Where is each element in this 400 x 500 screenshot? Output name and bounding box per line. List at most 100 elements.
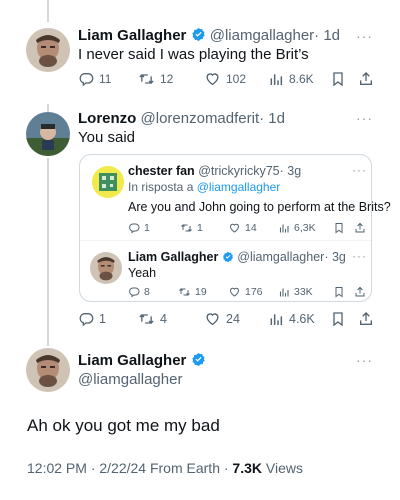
retweet-icon [139, 74, 154, 84]
like-icon [229, 287, 240, 297]
quote2-text: Yeah [128, 266, 157, 280]
views-button[interactable]: 6,3K [278, 222, 316, 234]
views-icon [279, 288, 289, 297]
main-meta[interactable]: 12:02 PM · 2/22/24 From Earth · [27, 460, 229, 476]
retweet-icon [139, 314, 154, 324]
views-icon [270, 74, 283, 85]
more-icon[interactable]: ··· [356, 110, 373, 126]
reply-button[interactable]: 11 [78, 71, 111, 87]
quote1-time[interactable]: · 3g [280, 164, 302, 178]
retweet-button[interactable]: 12 [138, 71, 173, 87]
reply-to-link[interactable]: @liamgallagher [197, 180, 281, 194]
retweet-icon [179, 288, 190, 296]
share-icon[interactable] [354, 286, 366, 298]
reply-button[interactable]: 8 [128, 286, 150, 298]
main-views-label: Views [265, 460, 303, 476]
like-button[interactable]: 14 [228, 222, 257, 234]
views-icon [279, 224, 289, 233]
thread-line-bottom [47, 158, 49, 346]
reply-icon [79, 73, 94, 87]
avatar-lorenzo[interactable] [26, 112, 70, 156]
avatar-liam[interactable] [26, 28, 70, 72]
like-count: 24 [226, 312, 240, 326]
quote2-name[interactable]: Liam Gallagher [128, 250, 218, 264]
more-icon[interactable]: ··· [352, 249, 367, 263]
like-count: 176 [245, 286, 263, 298]
views-button[interactable]: 8.6K [268, 71, 314, 87]
bookmark-icon[interactable] [333, 222, 345, 234]
tweet2-text: You said [78, 129, 135, 146]
like-count: 14 [245, 222, 257, 234]
like-button[interactable]: 24 [204, 311, 240, 327]
avatar-liam-main[interactable] [26, 348, 70, 392]
reply-button[interactable]: 1 [128, 222, 150, 234]
retweet-count: 12 [160, 72, 174, 86]
views-icon [270, 314, 283, 325]
more-icon[interactable]: ··· [356, 352, 373, 368]
tweet2-actions: 1 4 24 4.6K [78, 310, 374, 328]
avatar-liam-small[interactable] [90, 252, 122, 284]
quote1-text: Are you and John going to perform at the… [128, 200, 391, 214]
tweet1-text: I never said I was playing the Brit’s [78, 46, 309, 63]
quote2-handle[interactable]: @liamgallagher [237, 250, 324, 264]
main-views-count[interactable]: 7.3K [232, 460, 262, 476]
tweet1-time[interactable]: · 1d [314, 27, 340, 44]
quote1-handle[interactable]: @trickyricky75 [198, 164, 279, 178]
verified-badge-icon [191, 352, 206, 371]
share-icon[interactable] [358, 71, 374, 87]
retweet-count: 19 [195, 286, 207, 298]
more-icon[interactable]: ··· [352, 163, 367, 177]
share-icon[interactable] [358, 311, 374, 327]
avatar-chester[interactable] [92, 166, 124, 198]
like-icon [206, 313, 219, 326]
verified-badge-icon [222, 251, 234, 266]
views-button[interactable]: 33K [278, 286, 313, 298]
bookmark-icon[interactable] [330, 311, 346, 327]
retweet-button[interactable]: 1 [180, 222, 203, 234]
reply-icon [129, 287, 140, 298]
retweet-count: 4 [160, 312, 167, 326]
retweet-button[interactable]: 19 [178, 286, 207, 298]
like-button[interactable]: 176 [228, 286, 263, 298]
retweet-count: 1 [197, 222, 203, 234]
like-count: 102 [226, 72, 247, 86]
views-count: 6,3K [294, 222, 316, 234]
reply-count: 11 [99, 72, 112, 86]
like-icon [206, 73, 219, 86]
tweet2-handle[interactable]: @lorenzomadferit [141, 110, 260, 127]
quote-divider [80, 240, 371, 241]
quoted-thread-card[interactable]: chester fan @trickyricky75· 3g ··· In ri… [79, 154, 391, 302]
retweet-button[interactable]: 4 [138, 311, 167, 327]
share-icon[interactable] [354, 222, 366, 234]
quote1-name[interactable]: chester fan [128, 164, 195, 178]
tweet1-actions: 11 12 102 8.6K [78, 70, 374, 88]
bookmark-icon[interactable] [330, 71, 346, 87]
bookmark-icon[interactable] [333, 286, 345, 298]
reply-icon [79, 313, 94, 327]
main-name[interactable]: Liam Gallagher [78, 352, 186, 369]
views-count: 8.6K [289, 72, 314, 86]
reply-to-prefix: In risposta a [128, 180, 194, 194]
more-icon[interactable]: ··· [356, 28, 373, 44]
tweet2-name[interactable]: Lorenzo [78, 110, 136, 127]
quote2-actions: 8 19 176 33K [128, 285, 366, 299]
main-handle[interactable]: @liamgallagher [78, 371, 182, 388]
like-icon [229, 223, 240, 233]
views-count: 4.6K [289, 312, 315, 326]
retweet-icon [181, 224, 192, 232]
views-button[interactable]: 4.6K [268, 311, 315, 327]
reply-button[interactable]: 1 [78, 311, 106, 327]
quote1-actions: 1 1 14 6,3K [128, 221, 366, 235]
tweet1-handle[interactable]: @liamgallagher [210, 27, 314, 44]
reply-count: 1 [99, 312, 106, 326]
main-text: Ah ok you got me my bad [27, 416, 220, 435]
reply-count: 1 [144, 222, 150, 234]
reply-icon [129, 223, 140, 234]
reply-count: 8 [144, 286, 150, 298]
tweet2-time[interactable]: · 1d [259, 110, 285, 127]
quote2-time[interactable]: · 3g [324, 250, 346, 264]
thread-line-top [47, 0, 49, 22]
tweet1-name[interactable]: Liam Gallagher [78, 27, 186, 44]
like-button[interactable]: 102 [204, 71, 246, 87]
views-count: 33K [294, 286, 313, 298]
